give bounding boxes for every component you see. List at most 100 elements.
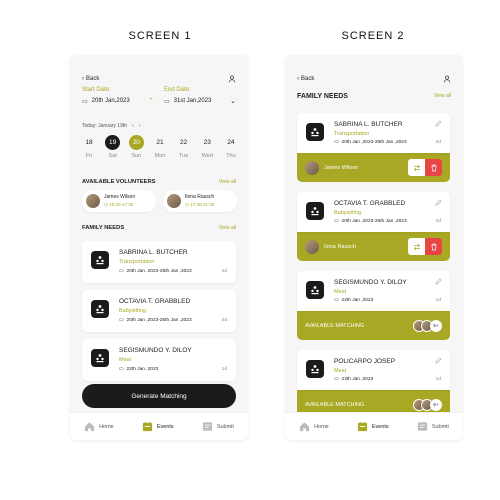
calendar-icon: ▭ <box>119 269 124 274</box>
chevron-left-icon: ‹ <box>82 76 84 82</box>
start-date-picker[interactable]: ▭ 20th Jan,2023 ⌃ <box>82 97 154 105</box>
day-item-selected-start[interactable]: 19 Sat <box>104 135 122 159</box>
user-icon[interactable] <box>443 75 451 83</box>
prev-week-icon[interactable]: ‹ <box>132 123 134 129</box>
swap-volunteer-button[interactable] <box>408 238 425 255</box>
need-name: SEGISMUNDO Y. DILOY <box>334 279 407 286</box>
need-card[interactable]: OCTAVIA T. GRABBLED Babysitting ▭ 20th Ja… <box>82 290 236 332</box>
swap-icon <box>413 164 420 171</box>
chevron-up-icon: ⌃ <box>148 98 154 105</box>
volunteers-view-all-link[interactable]: View all <box>219 179 236 185</box>
day-item[interactable]: 18 Fri <box>80 135 98 159</box>
delete-assignment-button[interactable] <box>425 159 442 176</box>
need-type: Transportation <box>119 259 155 265</box>
bottom-nav: Home Events Submit <box>70 412 248 440</box>
need-dates: 20th Jan ,2023-25th Jan ,2023 <box>341 140 407 145</box>
need-card-matching[interactable]: POLICARPO JOSEP Meal ▭ 23th Jan ,2023 1d … <box>297 350 450 419</box>
volunteer-card[interactable]: Ilona Rausch ◷ 17:30-21:00 <box>163 190 237 212</box>
family-icon <box>306 123 324 141</box>
chevron-down-icon: ⌄ <box>230 98 236 105</box>
need-card-matching[interactable]: SEGISMUNDO Y. DILOY Meal ▭ 22th Jan ,2023… <box>297 271 450 340</box>
nav-events[interactable]: Events <box>357 421 389 432</box>
screen-1-phone: ‹ Back Start Date: ▭ 20th Jan,2023 ⌃ End… <box>70 55 248 440</box>
clock-icon: ◷ <box>185 202 189 207</box>
need-dates: 22th Jan ,2023 <box>126 367 159 372</box>
family-icon <box>91 251 109 269</box>
back-label: Back <box>301 76 315 82</box>
day-strip: 18 Fri 19 Sat 20 Sun 21 Mon 22 Tue 23 Wed 24 Th… <box>80 135 240 159</box>
need-dates: 20th Jan ,2023-25th Jan ,2023 <box>126 318 192 323</box>
volunteer-card[interactable]: James Wilson ◷ 15:30-17:30 <box>82 190 156 212</box>
available-matching-label: AVAILABLE MATCHING <box>305 322 365 329</box>
screen-2-title: SCREEN 2 <box>341 30 405 42</box>
back-button[interactable]: ‹ Back <box>82 76 99 82</box>
needs-view-all-link[interactable]: View all <box>434 93 451 100</box>
need-card-assigned[interactable]: OCTAVIA T. GRABBLED Babysitting ▭ 20th Ja… <box>297 192 450 261</box>
need-card-assigned[interactable]: SABRINA L. BUTCHER Transportation ▭ 20th … <box>297 113 450 182</box>
assigned-volunteer-name: Ilona Rausch <box>324 243 357 250</box>
trash-icon <box>431 164 436 171</box>
nav-submit-label: Submit <box>431 423 449 430</box>
need-name: POLICARPO JOSEP <box>334 358 396 365</box>
start-date-label: Start Date: <box>82 87 111 93</box>
submit-icon <box>202 422 212 431</box>
edit-icon[interactable] <box>435 278 442 285</box>
screen-2-phone: ‹ Back FAMILY NEEDS View all SABRINA L. … <box>285 55 463 440</box>
available-matching-bar[interactable]: AVAILABLE MATCHING 5+ <box>297 311 450 340</box>
edit-icon[interactable] <box>435 357 442 364</box>
need-card[interactable]: SEGISMUNDO Y. DILOY Meal ▭ 22th Jan ,2023… <box>82 339 236 381</box>
calendar-icon: ▭ <box>334 219 339 224</box>
calendar-icon: ▭ <box>334 140 339 145</box>
nav-submit[interactable]: Submit <box>417 421 449 432</box>
submit-icon <box>417 422 427 431</box>
day-item-selected-today[interactable]: 20 Sun <box>127 135 145 159</box>
end-date-picker[interactable]: ▭ 31st Jan,2023 ⌄ <box>164 97 236 105</box>
day-item[interactable]: 21 Mon <box>151 135 169 159</box>
need-dates: 23th Jan ,2023 <box>341 377 374 382</box>
need-duration: 1d <box>435 298 441 303</box>
back-label: Back <box>86 76 100 82</box>
back-button[interactable]: ‹ Back <box>297 76 314 82</box>
nav-home[interactable]: Home <box>84 421 114 432</box>
calendar-icon: ▭ <box>82 98 88 105</box>
volunteers-heading: AVAILABLE VOLUNTEERS <box>82 179 156 185</box>
need-name: SABRINA L. BUTCHER <box>119 249 188 256</box>
nav-events-label: Events <box>371 423 389 430</box>
home-icon <box>84 422 95 432</box>
next-week-icon[interactable]: › <box>139 123 141 129</box>
need-type: Meal <box>119 357 131 363</box>
day-item[interactable]: 22 Tue <box>175 135 193 159</box>
need-name: SEGISMUNDO Y. DILOY <box>119 347 192 354</box>
need-type: Babysitting <box>119 308 146 314</box>
day-item[interactable]: 23 Wed <box>198 135 216 159</box>
home-icon <box>299 422 310 432</box>
generate-matching-button[interactable]: Generate Matching <box>82 384 236 408</box>
family-icon <box>306 360 324 378</box>
user-icon[interactable] <box>228 75 236 83</box>
nav-events[interactable]: Events <box>142 421 174 432</box>
avatar <box>167 194 181 208</box>
events-icon <box>142 421 152 432</box>
volunteer-name: Ilona Rausch <box>185 194 215 200</box>
nav-submit-label: Submit <box>216 423 234 430</box>
need-card[interactable]: SABRINA L. BUTCHER Transportation ▭ 20th … <box>82 241 236 283</box>
avatar <box>86 194 100 208</box>
day-item[interactable]: 24 Thu <box>222 135 240 159</box>
nav-submit[interactable]: Submit <box>202 421 234 432</box>
volunteer-name: James Wilson <box>104 194 136 200</box>
more-matches-badge[interactable]: 5+ <box>430 319 442 332</box>
available-matching-label: AVAILABLE MATCHING <box>305 401 365 408</box>
edit-icon[interactable] <box>435 199 442 206</box>
swap-volunteer-button[interactable] <box>408 159 425 176</box>
more-matches-badge[interactable]: 5+ <box>430 398 442 411</box>
family-needs-heading: FAMILY NEEDS <box>82 225 125 231</box>
need-type: Transportation <box>334 131 370 137</box>
nav-home[interactable]: Home <box>299 421 329 432</box>
edit-icon[interactable] <box>435 120 442 127</box>
need-type: Meal <box>334 368 346 374</box>
start-date-value: 20th Jan,2023 <box>91 98 130 104</box>
clock-icon: ◷ <box>104 202 108 207</box>
delete-assignment-button[interactable] <box>425 238 442 255</box>
needs-view-all-link[interactable]: View all <box>219 225 236 231</box>
need-dates: 20th Jan ,2023-25th Jan ,2023 <box>126 269 192 274</box>
